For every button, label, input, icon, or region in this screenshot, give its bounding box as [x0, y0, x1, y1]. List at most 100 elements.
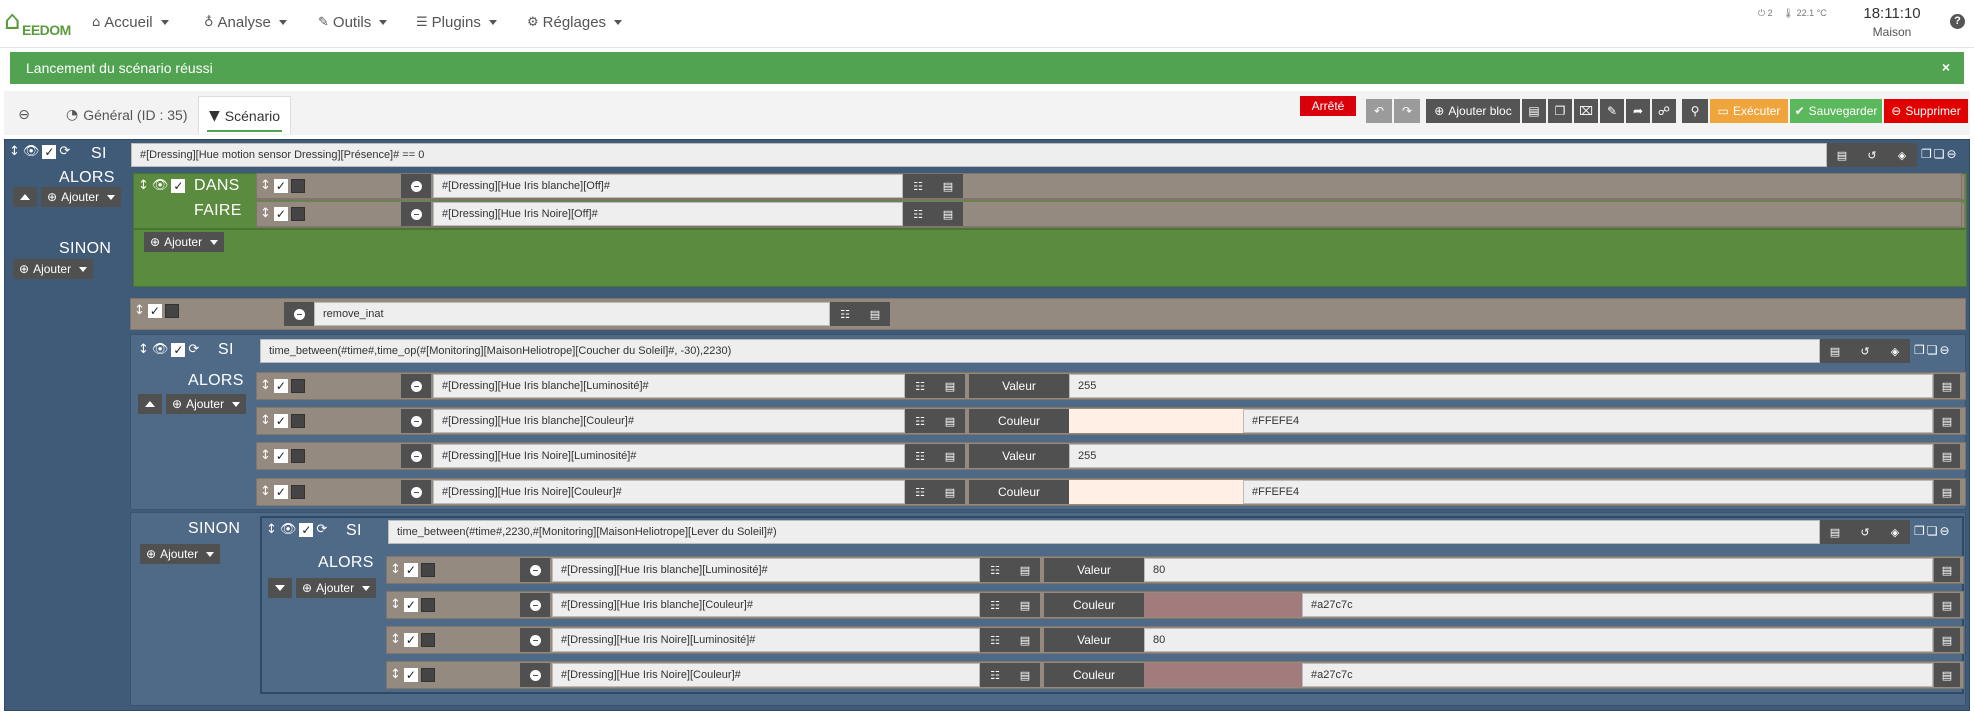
enable-checkbox[interactable]: ✓ [273, 448, 288, 463]
expression-button[interactable]: ▤ [1820, 339, 1850, 363]
expression-button[interactable]: ▤ [860, 302, 890, 326]
collapse-button[interactable] [138, 394, 162, 414]
menu-plugins[interactable]: ☰ Plugins [416, 14, 497, 31]
remove-action-button[interactable] [401, 444, 431, 468]
move-icon[interactable]: ↕ [260, 206, 271, 221]
select-command-button[interactable]: ☷ [980, 663, 1010, 687]
collapse-button[interactable] [13, 187, 37, 207]
option-value-input[interactable]: #a27c7c [1302, 593, 1933, 617]
eye-icon[interactable]: 👁 [23, 144, 40, 159]
action-command-input[interactable]: #[Dressing][Hue Iris blanche][Luminosité… [552, 558, 980, 582]
expression-button[interactable]: ▤ [933, 202, 963, 226]
action-command-input[interactable]: #[Dressing][Hue Iris Noire][Luminosité]# [433, 444, 905, 468]
add-dropdown[interactable]: ⊕ Ajouter [41, 187, 122, 207]
enable-checkbox[interactable]: ✓ [273, 378, 288, 393]
action-command-input[interactable]: #[Dressing][Hue Iris blanche][Couleur]# [552, 593, 980, 617]
action-command-input[interactable]: #[Dressing][Hue Iris Noire][Luminosité]# [552, 628, 980, 652]
color-picker[interactable] [1144, 663, 1302, 687]
enable-checkbox[interactable]: ✓ [273, 413, 288, 428]
copy-icon[interactable]: ❐ [1914, 524, 1925, 538]
enable-checkbox[interactable]: ✓ [42, 144, 57, 159]
redo-button[interactable]: ↷ [1394, 99, 1420, 123]
expression-button[interactable]: ▤ [935, 480, 965, 504]
remove-action-button[interactable] [401, 409, 431, 433]
save-button[interactable]: ✔ Sauvegarder [1790, 99, 1882, 123]
delete-button[interactable]: ⊖ Supprimer [1884, 99, 1968, 123]
move-icon[interactable]: ↕ [260, 448, 271, 463]
select-command-button[interactable]: ☷ [980, 558, 1010, 582]
select-command-button[interactable]: ☷ [905, 480, 935, 504]
background-checkbox[interactable] [290, 206, 305, 221]
select-command-button[interactable]: ☷ [905, 444, 935, 468]
move-icon[interactable]: ↕ [9, 144, 20, 159]
option-value-input[interactable]: #FFEFE4 [1243, 409, 1933, 433]
remove-action-button[interactable] [401, 202, 431, 226]
expression-button[interactable]: ▤ [1827, 143, 1857, 167]
expression-button[interactable]: ▤ [1934, 409, 1960, 433]
copy-icon[interactable]: ❐ [1914, 343, 1925, 357]
move-icon[interactable]: ↕ [260, 484, 271, 499]
remove-block-icon[interactable]: ⊖ [1940, 343, 1950, 357]
move-icon[interactable]: ↕ [138, 178, 149, 193]
action-command-input[interactable]: #[Dressing][Hue Iris blanche][Off]# [433, 174, 903, 198]
color-picker[interactable] [1069, 409, 1243, 433]
background-checkbox[interactable] [290, 178, 305, 193]
option-value-input[interactable]: 255 [1069, 374, 1933, 398]
logs-button[interactable]: ▤ [1522, 99, 1546, 123]
color-picker[interactable] [1144, 593, 1302, 617]
eye-icon[interactable]: 👁 [280, 522, 297, 537]
copy-icon[interactable]: ❐ [1921, 147, 1932, 161]
back-button[interactable]: ⊖ [10, 96, 38, 134]
move-icon[interactable]: ↕ [260, 178, 271, 193]
enable-checkbox[interactable]: ✓ [273, 178, 288, 193]
paste-icon[interactable]: ❏ [1934, 147, 1945, 161]
background-checkbox[interactable] [290, 413, 305, 428]
enable-checkbox[interactable]: ✓ [171, 342, 186, 357]
remove-block-icon[interactable]: ⊖ [1940, 524, 1950, 538]
background-checkbox[interactable] [420, 562, 435, 577]
option-value-input[interactable]: #a27c7c [1302, 663, 1933, 687]
execute-button[interactable]: ▭ Exécuter [1710, 99, 1788, 123]
color-picker[interactable] [1069, 480, 1243, 504]
remove-action-button[interactable] [520, 558, 550, 582]
template-button[interactable]: ⌧ [1574, 99, 1598, 123]
history-button[interactable]: ↺ [1857, 143, 1887, 167]
expression-button[interactable]: ▤ [1010, 628, 1040, 652]
select-command-button[interactable]: ☷ [905, 374, 935, 398]
expression-button[interactable]: ▤ [1934, 628, 1960, 652]
move-icon[interactable]: ↕ [390, 562, 401, 577]
add-dropdown[interactable]: ⊕ Ajouter [144, 232, 225, 252]
si1-condition-input[interactable]: #[Dressing][Hue motion sensor Dressing][… [131, 143, 1827, 167]
expression-button[interactable]: ▤ [1934, 593, 1960, 617]
background-checkbox[interactable] [164, 303, 179, 318]
remove-action-button[interactable] [401, 480, 431, 504]
eye-icon[interactable]: 👁 [152, 342, 169, 357]
move-icon[interactable]: ↕ [134, 303, 145, 318]
remove-action-button[interactable] [401, 374, 431, 398]
history-button[interactable]: ↺ [1850, 520, 1880, 544]
remove-action-button[interactable] [284, 302, 314, 326]
eye-icon[interactable]: 👁 [152, 178, 169, 193]
jeedom-logo[interactable]: ⌂ EEDOM [4, 6, 74, 40]
cube-button[interactable]: ◈ [1887, 143, 1917, 167]
remove-action-button[interactable] [520, 663, 550, 687]
enable-checkbox[interactable]: ✓ [147, 303, 162, 318]
action-command-input[interactable]: #[Dressing][Hue Iris Noire][Off]# [433, 202, 903, 226]
si2-condition-input[interactable]: time_between(#time#,time_op(#[Monitoring… [260, 339, 1820, 363]
enable-checkbox[interactable]: ✓ [273, 206, 288, 221]
expression-button[interactable]: ▤ [935, 374, 965, 398]
background-checkbox[interactable] [420, 597, 435, 612]
move-icon[interactable]: ↕ [390, 632, 401, 647]
background-checkbox[interactable] [420, 632, 435, 647]
enable-checkbox[interactable]: ✓ [403, 562, 418, 577]
help-icon[interactable]: ? [1950, 14, 1965, 29]
menu-outils[interactable]: ✎ Outils [318, 14, 388, 31]
cube-button[interactable]: ◈ [1880, 520, 1910, 544]
links-button[interactable]: ☍ [1652, 99, 1676, 123]
remove-action-button[interactable] [520, 593, 550, 617]
add-dropdown[interactable]: ⊕ Ajouter [140, 544, 221, 564]
action-command-input[interactable]: #[Dressing][Hue Iris blanche][Couleur]# [433, 409, 905, 433]
move-icon[interactable]: ↕ [390, 597, 401, 612]
expression-button[interactable]: ▤ [935, 444, 965, 468]
add-dropdown[interactable]: ⊕ Ajouter [166, 394, 247, 414]
